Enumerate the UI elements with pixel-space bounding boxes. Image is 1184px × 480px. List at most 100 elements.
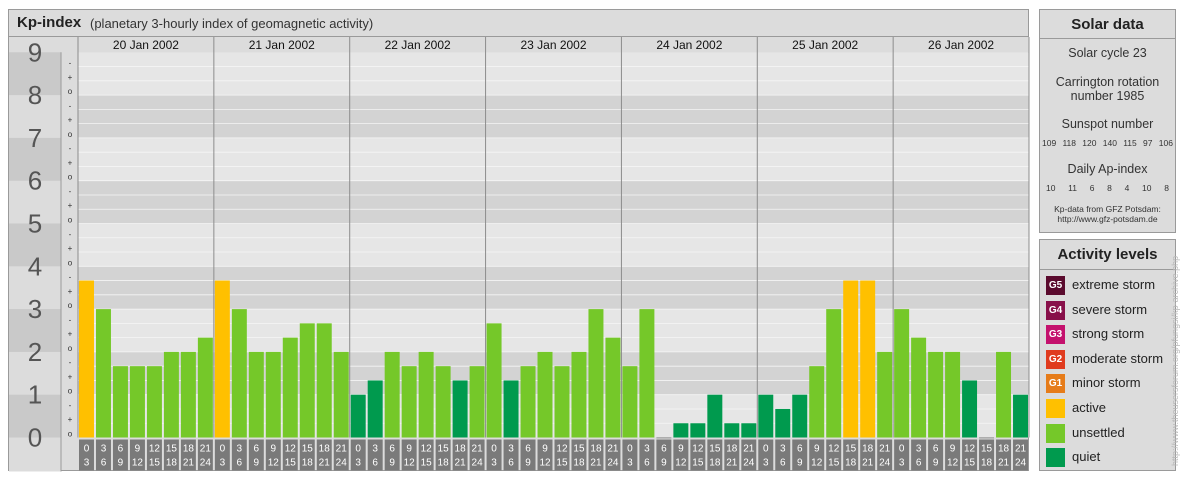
interval-end: 3: [763, 458, 769, 469]
ap-value: 11: [1068, 183, 1077, 193]
activity-level-swatch: G1: [1046, 374, 1065, 394]
ap-index-title: Daily Ap-index: [1067, 162, 1148, 176]
kp-bar: [877, 351, 893, 438]
sunspot-value: 118: [1062, 138, 1077, 148]
interval-start: 6: [661, 444, 667, 455]
minor-tick-label: -: [69, 59, 72, 68]
carrington-line-1: Carrington rotation: [1055, 75, 1160, 89]
activity-level-swatch: G4: [1046, 300, 1065, 320]
kp-bar: [350, 394, 366, 438]
interval-end: 9: [118, 458, 124, 469]
kp-bar: [299, 323, 315, 438]
interval-start: 21: [472, 444, 484, 455]
interval-start: 15: [981, 444, 993, 455]
interval-start: 12: [828, 444, 840, 455]
kp-bar: [146, 366, 162, 438]
interval-end: 18: [166, 458, 178, 469]
sunspot-value: 120: [1082, 138, 1097, 148]
day-label: 24 Jan 2002: [656, 38, 722, 52]
minor-tick-label: o: [68, 216, 73, 225]
sunspot-value: 140: [1102, 138, 1117, 148]
interval-start: 12: [421, 444, 433, 455]
kp-index-chart: 0123456789o+-o+-o+-o+-o+-o+-o+-o+-o+-20 …: [9, 37, 1030, 472]
interval-end: 18: [302, 458, 314, 469]
interval-end: 18: [438, 458, 450, 469]
kp-bar: [979, 437, 995, 439]
minor-tick-label: o: [68, 173, 73, 182]
solar-panel-title: Solar data: [1071, 16, 1144, 33]
y-tick-label: 2: [28, 337, 42, 367]
interval-end: 18: [981, 458, 993, 469]
activity-levels-panel: Activity levels G5 extreme storm G4 severe …: [1039, 239, 1176, 471]
kp-band: [78, 180, 1029, 224]
interval-start: 18: [726, 444, 738, 455]
interval-start: 0: [491, 444, 497, 455]
kp-bar: [214, 280, 230, 438]
kp-bar: [894, 309, 910, 438]
interval-end: 15: [828, 458, 840, 469]
kp-band: [78, 52, 1029, 96]
interval-end: 15: [964, 458, 976, 469]
kp-band: [78, 95, 1029, 138]
minor-tick-label: -: [69, 101, 72, 110]
kp-bar: [316, 323, 332, 438]
kp-bar: [639, 309, 655, 438]
interval-start: 6: [797, 444, 803, 455]
activity-level-label: unsettled: [1072, 424, 1125, 440]
activity-level-swatch: G3: [1046, 325, 1065, 345]
interval-end: 6: [644, 458, 650, 469]
sunspot-value: 115: [1123, 138, 1137, 148]
interval-start: 15: [166, 444, 178, 455]
interval-end: 21: [726, 458, 738, 469]
kp-bar: [79, 280, 94, 438]
interval-start: 0: [899, 444, 905, 455]
minor-tick-label: -: [69, 273, 72, 282]
kp-bar: [248, 351, 264, 438]
interval-start: 21: [879, 444, 891, 455]
interval-start: 3: [644, 444, 650, 455]
interval-end: 21: [998, 458, 1010, 469]
minor-tick-label: +: [68, 244, 73, 253]
solar-data-panel: Solar data Solar cycle 23 Carrington rot…: [1039, 9, 1176, 233]
ap-value: 4: [1124, 183, 1130, 193]
activity-level-label: severe storm: [1072, 301, 1148, 317]
kp-bar: [435, 366, 451, 438]
interval-end: 12: [675, 458, 687, 469]
day-label: 21 Jan 2002: [249, 38, 315, 52]
kp-bar: [724, 423, 740, 438]
interval-start: 18: [455, 444, 467, 455]
kp-bar: [1013, 394, 1028, 438]
solar-cycle: Solar cycle 23: [1068, 46, 1147, 60]
interval-end: 9: [389, 458, 395, 469]
day-label: 25 Jan 2002: [792, 38, 858, 52]
minor-tick-label: +: [68, 116, 73, 125]
minor-tick-label: o: [68, 87, 73, 96]
interval-start: 15: [845, 444, 857, 455]
minor-tick-label: -: [69, 358, 72, 367]
interval-start: 18: [998, 444, 1010, 455]
kp-band: [78, 137, 1029, 181]
kp-bar: [469, 366, 485, 438]
minor-tick-label: -: [69, 230, 72, 239]
interval-end: 3: [491, 458, 497, 469]
interval-end: 12: [132, 458, 144, 469]
kp-bar: [282, 337, 298, 438]
kp-band: [78, 223, 1029, 267]
y-tick-label: 9: [28, 37, 42, 67]
kp-bar: [945, 351, 961, 438]
y-tick-label: 5: [28, 209, 42, 239]
interval-end: 12: [404, 458, 416, 469]
kp-bar: [928, 351, 944, 438]
kp-bar: [622, 366, 638, 438]
kp-bar: [401, 366, 417, 438]
interval-start: 21: [743, 444, 755, 455]
interval-start: 3: [916, 444, 922, 455]
activity-level-swatch: [1046, 423, 1065, 443]
interval-start: 3: [237, 444, 243, 455]
y-tick-label: 7: [28, 123, 42, 153]
minor-tick-label: o: [68, 130, 73, 139]
kp-bar: [741, 423, 757, 438]
interval-end: 9: [933, 458, 939, 469]
interval-start: 18: [862, 444, 874, 455]
interval-end: 12: [539, 458, 551, 469]
